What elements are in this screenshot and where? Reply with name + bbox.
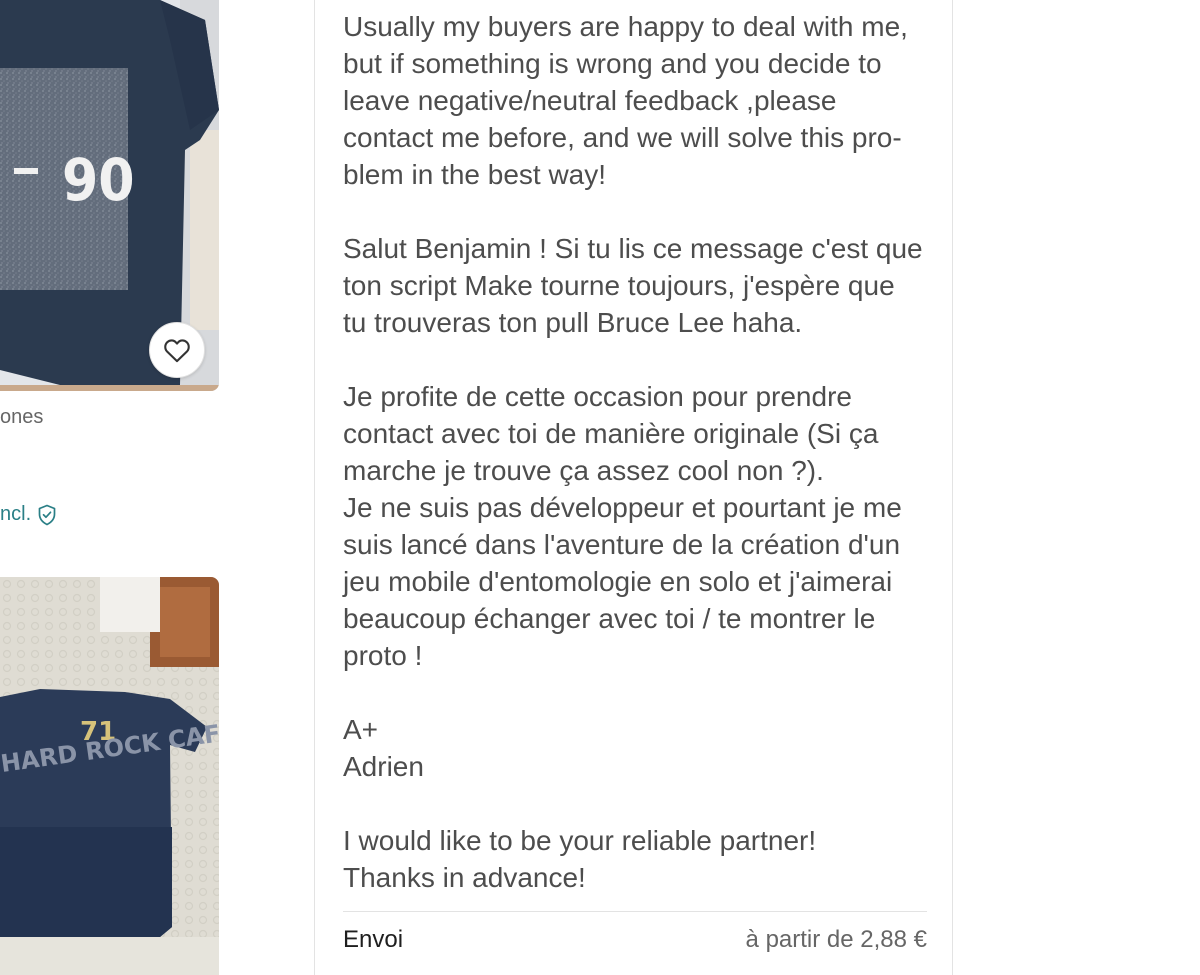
shield-check-icon [38,504,56,525]
shipping-row: Envoi à partir de 2,88 € [343,926,927,954]
tshirt-photo-2: 71 HARD ROCK CAFE [0,577,219,975]
item-description: Usually my buyers are happy to deal with… [343,11,923,893]
divider [343,911,927,912]
heart-outline-icon [164,339,190,363]
favorite-button[interactable] [149,322,205,378]
shipping-label: Envoi [343,926,404,953]
listing-image-2[interactable]: 71 HARD ROCK CAFE [0,577,219,975]
listing-brand[interactable]: ones [0,406,43,429]
print-text-1: 90 [62,146,135,214]
listing-image-1[interactable]: 90 [0,0,219,391]
price-incl-protection[interactable]: ncl. [0,503,57,526]
listing-column: 90 ones ncl. 71 HARD ROCK CAFE [0,0,260,975]
item-description-panel: Usually my buyers are happy to deal with… [314,0,953,975]
page: 90 ones ncl. 71 HARD ROCK CAFE Usually m… [0,0,1200,975]
shipping-price: à partir de 2,88 € [745,926,927,953]
price-incl-label: ncl. [0,503,32,525]
